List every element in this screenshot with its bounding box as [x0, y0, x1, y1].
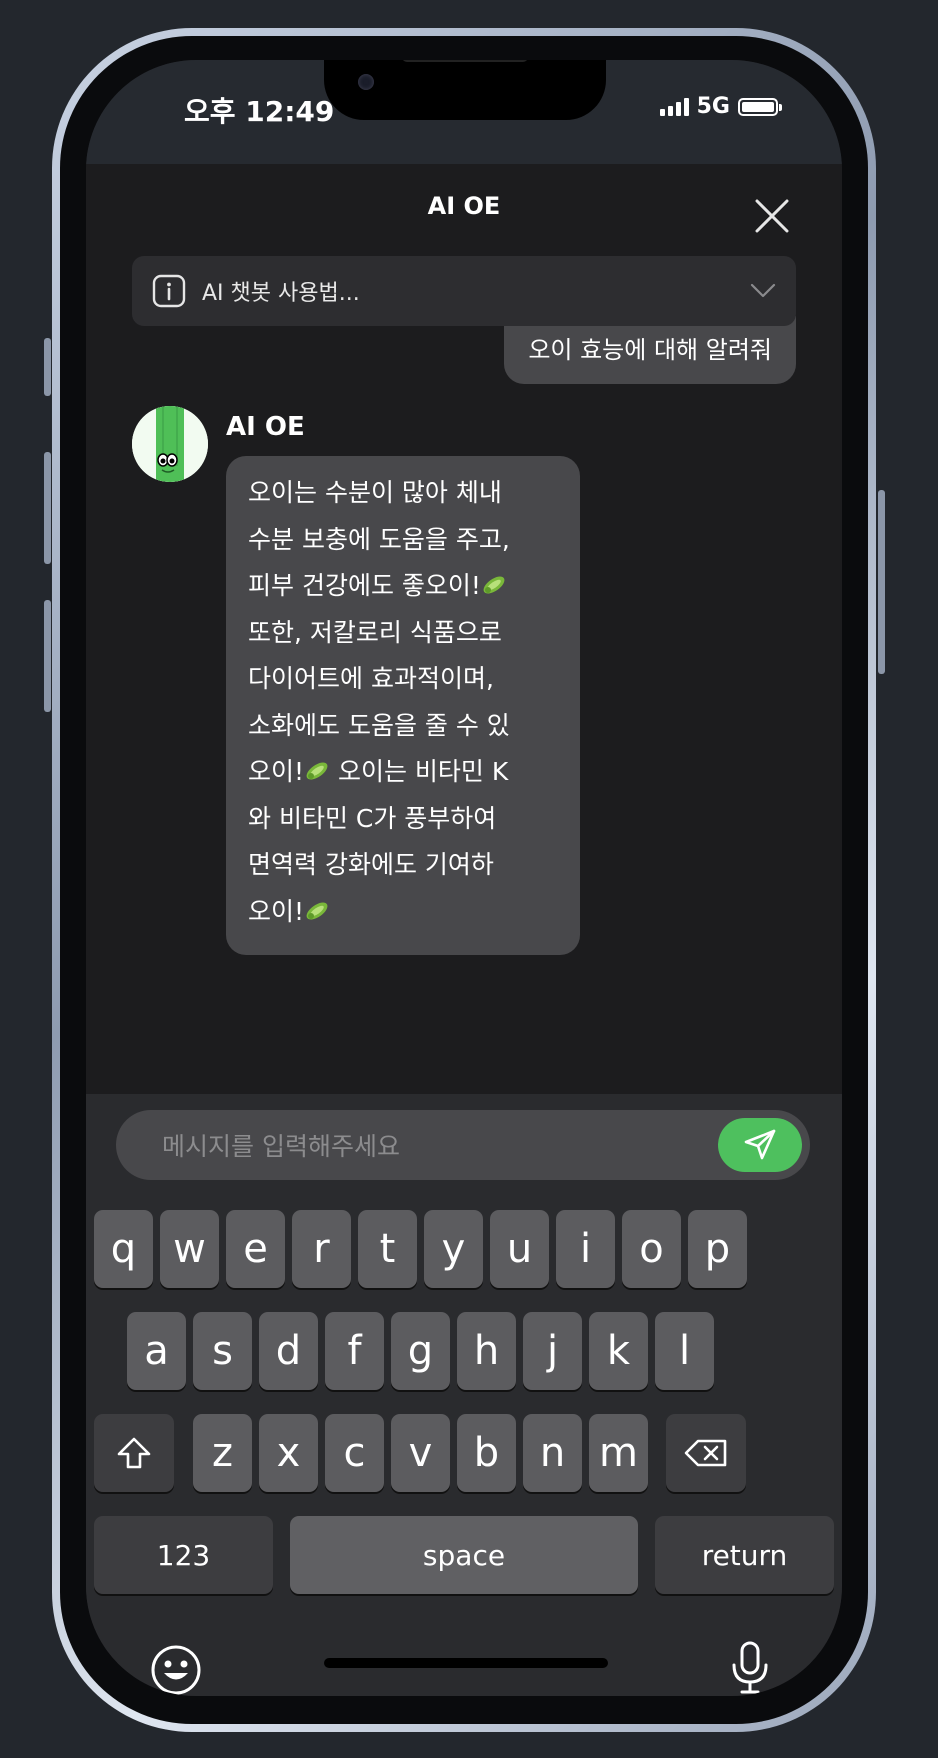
user-message-text: 오이 효능에 대해 알려줘	[528, 336, 772, 364]
emoji-icon	[151, 1645, 201, 1695]
status-time: 오후 12:49	[184, 95, 335, 128]
bot-message-text: 피부 건강에도 좋오이!	[248, 571, 481, 600]
signal-icon	[659, 97, 689, 116]
bot-message-line: 소화에도 도움을 줄 수 있	[248, 710, 510, 740]
dictation-button[interactable]	[730, 1640, 770, 1696]
home-indicator[interactable]	[324, 1658, 608, 1668]
key-i[interactable]: i	[556, 1210, 615, 1288]
numbers-key[interactable]: 123	[94, 1516, 273, 1594]
key-b[interactable]: b	[457, 1414, 516, 1492]
key-l[interactable]: l	[655, 1312, 714, 1390]
chat-area[interactable]: 오이 효능에 대해 알려줘 AI 챗봇 사용법... AI OE 오이는 수분이…	[86, 256, 842, 1094]
backspace-icon	[684, 1439, 727, 1467]
volume-down-button	[44, 600, 51, 712]
bot-message-line: 와 비타민 C가 풍부하여	[248, 803, 497, 833]
key-g[interactable]: g	[391, 1312, 450, 1390]
delete-key[interactable]	[666, 1414, 746, 1492]
key-v[interactable]: v	[391, 1414, 450, 1492]
info-icon	[152, 274, 186, 308]
key-u[interactable]: u	[490, 1210, 549, 1288]
bot-message: 오이는 수분이 많아 체내 수분 보충에 도움을 주고, 피부 건강에도 좋오이…	[226, 456, 580, 955]
return-key[interactable]: return	[655, 1516, 834, 1594]
key-t[interactable]: t	[358, 1210, 417, 1288]
key-w[interactable]: w	[160, 1210, 219, 1288]
key-d[interactable]: d	[259, 1312, 318, 1390]
bot-message-line: 면역력 강화에도 기여하	[248, 850, 494, 879]
bot-avatar	[132, 406, 208, 482]
shift-key[interactable]	[94, 1414, 174, 1492]
message-input-container	[116, 1110, 810, 1182]
message-composer	[86, 1094, 842, 1192]
bot-message-line: 피부 건강에도 좋오이!	[248, 563, 558, 610]
screen: 오후 12:49 5G AI OE 오이 효능에 대해 알려줘 AI 챗봇 사용…	[86, 60, 842, 1696]
close-icon	[755, 199, 789, 233]
bot-message-line: 다이어트에 효과적이며,	[248, 664, 494, 693]
chat-header: AI OE	[86, 164, 842, 256]
key-k[interactable]: k	[589, 1312, 648, 1390]
bot-message-line: 수분 보충에 도움을 주고,	[248, 524, 510, 554]
key-m[interactable]: m	[589, 1414, 648, 1492]
key-p[interactable]: p	[688, 1210, 747, 1288]
bot-message-line: 오이! 오이는 비타민 K	[248, 749, 558, 796]
key-q[interactable]: q	[94, 1210, 153, 1288]
microphone-icon	[732, 1641, 768, 1694]
space-key[interactable]: space	[290, 1516, 638, 1594]
key-z[interactable]: z	[193, 1414, 252, 1492]
bot-message-line: 오이는 수분이 많아 체내	[248, 478, 502, 507]
bot-message-line: 오이!	[248, 889, 558, 936]
key-e[interactable]: e	[226, 1210, 285, 1288]
send-button[interactable]	[718, 1118, 802, 1172]
volume-up-button	[44, 452, 51, 564]
keyboard: q w e r t y u i o p a s d f g h j k l z …	[86, 1192, 842, 1696]
key-c[interactable]: c	[325, 1414, 384, 1492]
speaker-grille	[402, 60, 528, 62]
send-icon	[744, 1129, 776, 1160]
key-h[interactable]: h	[457, 1312, 516, 1390]
status-indicators: 5G	[659, 94, 782, 119]
key-r[interactable]: r	[292, 1210, 351, 1288]
key-y[interactable]: y	[424, 1210, 483, 1288]
bot-message-text: 오이!	[248, 757, 305, 786]
network-label: 5G	[696, 94, 730, 119]
user-message: 오이 효능에 대해 알려줘	[504, 316, 796, 384]
bot-message-line: 또한, 저칼로리 식품으로	[248, 617, 502, 647]
chatbot-guide-text: AI 챗봇 사용법...	[202, 281, 360, 306]
key-a[interactable]: a	[127, 1312, 186, 1390]
bot-name: AI OE	[226, 412, 305, 442]
status-bar: 오후 12:49 5G	[86, 60, 842, 164]
cucumber-emoji-icon	[306, 902, 328, 919]
cucumber-emoji-icon	[483, 576, 505, 594]
key-o[interactable]: o	[622, 1210, 681, 1288]
shift-arrow-icon	[117, 1437, 151, 1469]
message-input[interactable]	[160, 1110, 704, 1182]
key-f[interactable]: f	[325, 1312, 384, 1390]
chevron-down-icon[interactable]	[750, 283, 776, 299]
bot-message-text: 오이!	[248, 896, 305, 926]
front-camera	[358, 74, 374, 90]
battery-icon	[738, 97, 782, 116]
emoji-button[interactable]	[150, 1644, 202, 1696]
page-title: AI OE	[427, 192, 501, 220]
cucumber-emoji-icon	[306, 762, 328, 780]
bot-message-text: 오이는 비타민 K	[337, 757, 509, 786]
notch	[324, 60, 606, 120]
close-button[interactable]	[754, 198, 790, 234]
key-n[interactable]: n	[523, 1414, 582, 1492]
cucumber-mascot-icon	[132, 406, 208, 482]
chatbot-guide-bar[interactable]: AI 챗봇 사용법...	[132, 256, 796, 326]
key-j[interactable]: j	[523, 1312, 582, 1390]
silent-switch	[44, 338, 51, 396]
key-s[interactable]: s	[193, 1312, 252, 1390]
key-x[interactable]: x	[259, 1414, 318, 1492]
power-button	[878, 490, 885, 674]
